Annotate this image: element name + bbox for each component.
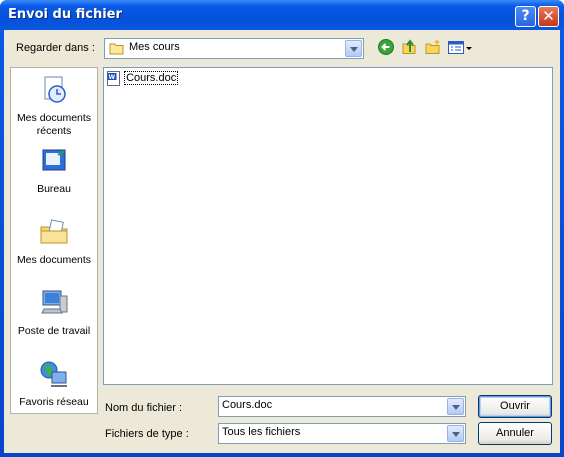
look-in-dropdown-button[interactable] [345,40,362,57]
network-places-icon [40,361,67,387]
cancel-button[interactable]: Annuler [478,422,552,445]
new-folder-icon[interactable] [424,38,442,56]
desktop-icon [42,149,66,171]
my-documents-icon [40,219,68,244]
folder-icon [109,43,124,55]
place-my-computer[interactable]: Poste de travail [11,287,97,338]
my-computer-icon [41,290,68,314]
dialog-body: Regarder dans : Mes cours Mes documents … [4,30,560,453]
back-arrow-icon[interactable] [377,38,395,56]
filetype-dropdown-button[interactable] [447,425,464,442]
place-label-my-documents: Mes documents [16,254,92,266]
window-title: Envoi du fichier [8,7,122,22]
place-label-my-computer: Poste de travail [17,325,91,337]
filename-dropdown-button[interactable] [447,398,464,415]
views-menu-icon[interactable] [447,38,473,56]
close-button[interactable]: ✕ [538,6,559,27]
filetype-value: Tous les fichiers [222,426,301,438]
open-button[interactable]: Ouvrir [478,395,552,418]
filetype-combobox[interactable]: Tous les fichiers [218,423,466,444]
place-label-network: Favoris réseau [19,396,89,408]
filename-label: Nom du fichier : [105,402,183,414]
look-in-combobox[interactable]: Mes cours [104,38,364,59]
recent-documents-icon [44,76,66,103]
list-item[interactable]: W Cours.doc [106,71,179,86]
file-list[interactable]: W Cours.doc [103,67,553,385]
place-desktop[interactable]: Bureau [11,145,97,196]
places-bar: Mes documents récents Bureau Mes documen… [10,67,98,414]
place-my-documents[interactable]: Mes documents [11,216,97,267]
title-bar[interactable]: Envoi du fichier ? ✕ [0,0,564,30]
look-in-value: Mes cours [129,41,180,53]
filetype-label: Fichiers de type : [105,428,189,440]
up-folder-icon[interactable] [400,38,418,56]
place-network-places[interactable]: Favoris réseau [11,358,97,409]
filename-value: Cours.doc [222,399,273,411]
place-label-recent: Mes documents récents [16,112,92,137]
look-in-label: Regarder dans : [16,42,95,54]
file-name: Cours.doc [124,71,179,85]
word-document-icon: W [107,71,120,86]
place-label-desktop: Bureau [37,183,71,195]
filename-combobox[interactable]: Cours.doc [218,396,466,417]
place-recent-documents[interactable]: Mes documents récents [11,74,97,138]
svg-text:W: W [109,74,116,81]
file-dialog-window: Envoi du fichier ? ✕ Regarder dans : Mes… [0,0,564,457]
help-button[interactable]: ? [515,6,536,27]
